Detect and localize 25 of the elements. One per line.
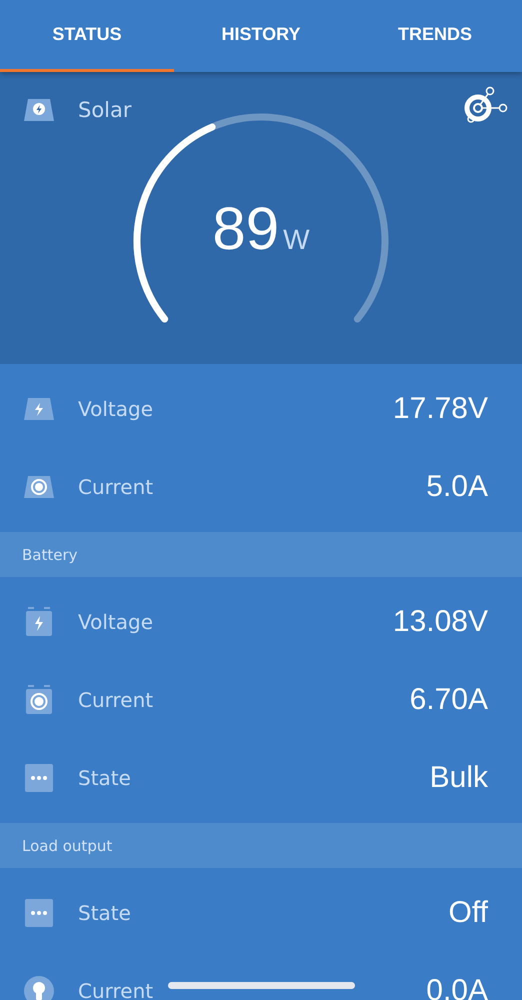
light-bulb-icon xyxy=(22,976,56,1000)
solar-panel-icon xyxy=(22,97,56,123)
reading-label: State xyxy=(78,766,131,790)
reading-label: Voltage xyxy=(78,610,154,634)
reading-label: Current xyxy=(78,688,154,712)
section-title: Load output xyxy=(22,836,112,854)
reading-value: Off xyxy=(448,896,488,930)
section-title: Battery xyxy=(22,546,78,564)
reading-value: 13.08V xyxy=(392,605,488,639)
reading-value: 0.0A xyxy=(426,974,488,1000)
more-dots-icon xyxy=(22,898,56,928)
reading-label: Current xyxy=(78,979,154,1000)
power-reading: 89 xyxy=(212,194,280,263)
reading-value: 5.0A xyxy=(426,470,488,504)
tab[interactable]: TRENDS xyxy=(348,0,522,72)
more-dots-icon xyxy=(22,763,56,793)
power-unit: W xyxy=(283,224,310,256)
reading-label: State xyxy=(78,901,131,925)
reading-label: Current xyxy=(78,475,154,499)
reading-value: Bulk xyxy=(430,761,488,795)
reading-label: Voltage xyxy=(78,397,154,421)
reading-value: 6.70A xyxy=(410,683,488,717)
section-title: Solar xyxy=(78,98,133,122)
reading-value: 17.78V xyxy=(392,392,488,426)
tab[interactable]: HISTORY xyxy=(174,0,348,72)
